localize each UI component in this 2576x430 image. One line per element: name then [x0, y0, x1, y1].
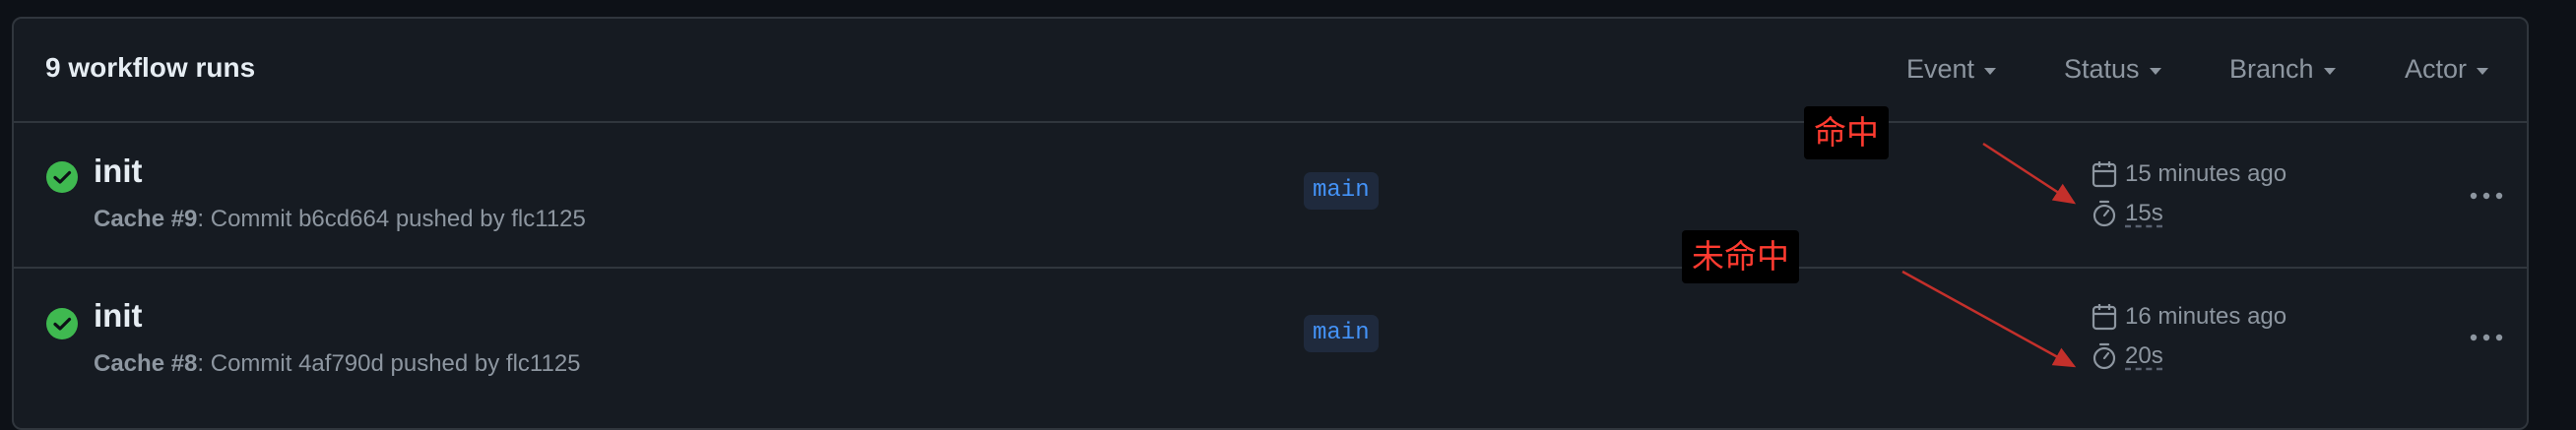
filter-branch-label: Branch — [2229, 54, 2314, 84]
stopwatch-icon — [2093, 200, 2116, 227]
check-circle-icon — [46, 161, 78, 193]
run-time-text: 15 minutes ago — [2125, 160, 2287, 187]
runs-header: 9 workflow runs Event Status Branch Acto… — [14, 19, 2527, 123]
caret-down-icon — [2323, 67, 2336, 75]
caret-down-icon — [2149, 67, 2161, 75]
caret-down-icon — [2477, 67, 2489, 75]
filter-branch[interactable]: Branch — [2229, 54, 2336, 85]
branch-label[interactable]: main — [1304, 172, 1379, 210]
run-time: 16 minutes ago — [2092, 303, 2286, 331]
run-duration-text: 15s — [2125, 200, 2163, 226]
run-title-link[interactable]: init — [94, 297, 142, 335]
workflow-run-row: init Cache #9: Commit b6cd664 pushed by … — [14, 123, 2527, 269]
filter-actor[interactable]: Actor — [2405, 54, 2489, 85]
filter-actor-label: Actor — [2405, 54, 2468, 84]
run-duration: 15s — [2092, 200, 2163, 227]
kebab-menu-icon[interactable] — [2466, 184, 2507, 208]
annotation-miss-label: 未命中 — [1682, 230, 1799, 283]
check-circle-icon — [46, 308, 78, 339]
kebab-menu-icon[interactable] — [2466, 326, 2507, 349]
filter-status-label: Status — [2064, 54, 2140, 84]
run-workflow-name: Cache #8 — [94, 350, 198, 377]
calendar-icon — [2092, 161, 2117, 188]
workflow-run-row: init Cache #8: Commit 4af790d pushed by … — [14, 270, 2527, 415]
run-time-text: 16 minutes ago — [2125, 303, 2287, 330]
filter-status[interactable]: Status — [2064, 54, 2161, 85]
run-subtitle: Cache #8: Commit 4af790d pushed by flc11… — [94, 350, 581, 378]
run-commit-detail: : Commit 4af790d pushed by flc1125 — [197, 350, 581, 377]
run-time: 15 minutes ago — [2092, 160, 2286, 188]
run-duration-text: 20s — [2125, 342, 2163, 369]
annotation-hit-label: 命中 — [1804, 106, 1889, 159]
branch-label[interactable]: main — [1304, 315, 1379, 352]
caret-down-icon — [1984, 67, 1997, 75]
filter-event[interactable]: Event — [1906, 54, 1997, 85]
run-workflow-name: Cache #9 — [94, 206, 198, 232]
workflow-runs-panel: 9 workflow runs Event Status Branch Acto… — [12, 17, 2529, 430]
filter-event-label: Event — [1906, 54, 1975, 84]
run-title-link[interactable]: init — [94, 153, 142, 190]
run-commit-detail: : Commit b6cd664 pushed by flc1125 — [197, 206, 586, 232]
run-subtitle: Cache #9: Commit b6cd664 pushed by flc11… — [94, 206, 586, 233]
calendar-icon — [2092, 304, 2117, 331]
run-duration: 20s — [2092, 342, 2163, 370]
runs-count-title: 9 workflow runs — [45, 52, 256, 83]
stopwatch-icon — [2093, 342, 2116, 370]
